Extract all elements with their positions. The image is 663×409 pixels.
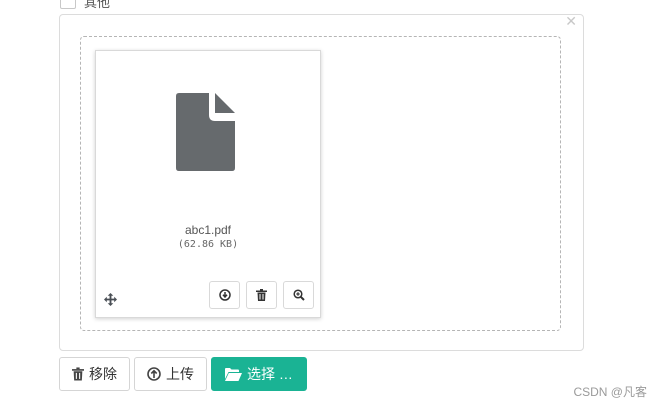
other-checkbox-row[interactable]: 其他 bbox=[60, 0, 111, 10]
file-preview-card: abc1.pdf (62.86 KB) bbox=[95, 50, 321, 318]
other-checkbox-label: 其他 bbox=[84, 0, 111, 10]
remove-button[interactable]: 移除 bbox=[59, 357, 130, 391]
download-button[interactable] bbox=[209, 281, 240, 309]
file-actions bbox=[209, 281, 314, 309]
other-checkbox[interactable] bbox=[60, 0, 76, 9]
close-icon[interactable]: ✕ bbox=[565, 13, 577, 29]
upload-button[interactable]: 上传 bbox=[134, 357, 207, 391]
browse-button-label: 选择 … bbox=[247, 366, 293, 382]
file-icon bbox=[176, 93, 235, 171]
trash-icon bbox=[256, 289, 267, 301]
drop-zone[interactable]: abc1.pdf (62.86 KB) bbox=[80, 36, 561, 331]
zoom-button[interactable] bbox=[283, 281, 314, 309]
upload-button-label: 上传 bbox=[166, 366, 194, 382]
watermark: CSDN @凡客 bbox=[573, 385, 647, 399]
upload-button-row: 移除 上传 选择 … bbox=[59, 357, 307, 391]
trash-icon bbox=[72, 367, 84, 381]
move-icon[interactable] bbox=[104, 293, 117, 306]
browse-button[interactable]: 选择 … bbox=[211, 357, 307, 391]
upload-icon bbox=[147, 367, 161, 381]
remove-button-label: 移除 bbox=[89, 366, 117, 382]
download-icon bbox=[218, 289, 231, 301]
file-size: (62.86 KB) bbox=[177, 239, 239, 250]
folder-open-icon bbox=[225, 367, 242, 381]
zoom-icon bbox=[292, 289, 305, 301]
file-name: abc1.pdf bbox=[184, 223, 232, 237]
delete-button[interactable] bbox=[246, 281, 277, 309]
file-upload-panel: ✕ abc1.pdf (62.86 KB) bbox=[59, 13, 584, 351]
